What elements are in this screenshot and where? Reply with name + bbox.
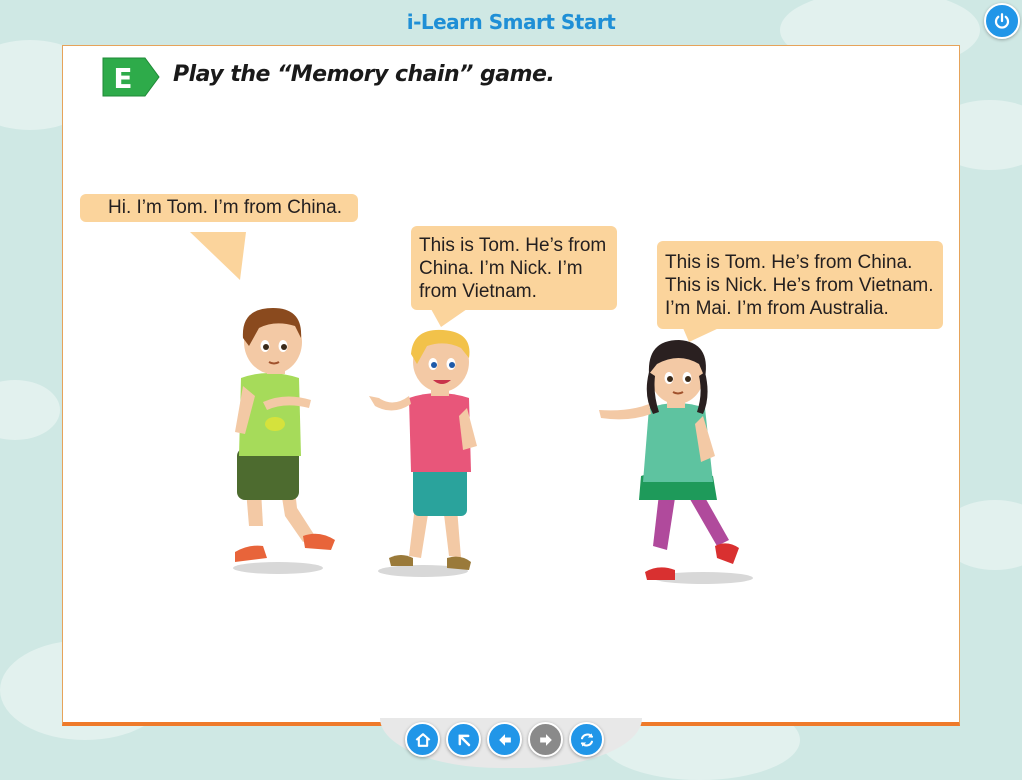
previous-icon [498, 733, 511, 746]
nick-figure [369, 329, 477, 577]
home-icon [415, 732, 430, 747]
home-button[interactable] [405, 722, 440, 757]
back-up-icon [458, 734, 470, 746]
power-button[interactable] [984, 3, 1020, 39]
back-up-button[interactable] [446, 722, 481, 757]
next-button[interactable] [528, 722, 563, 757]
replay-icon [580, 732, 593, 747]
replay-button[interactable] [569, 722, 604, 757]
background-cloud [0, 380, 60, 440]
next-icon [539, 733, 552, 746]
app-title: i-Learn Smart Start [406, 10, 616, 34]
power-icon [994, 13, 1010, 29]
content-panel: E Play the “Memory chain” game. Hi. I’m … [62, 45, 960, 726]
children-illustration [233, 308, 753, 584]
bottom-navigation [405, 722, 604, 757]
mai-figure [599, 340, 753, 584]
previous-button[interactable] [487, 722, 522, 757]
tom-figure [233, 308, 335, 574]
